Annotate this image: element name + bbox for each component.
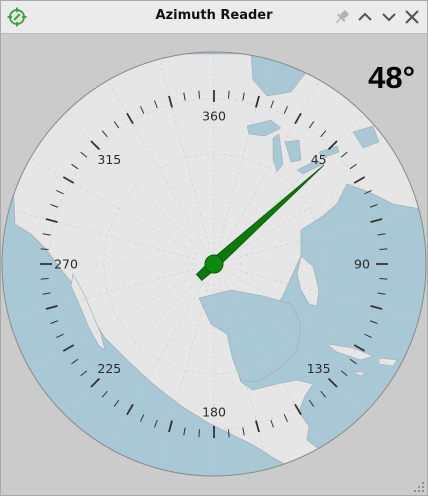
dial-label: 315	[97, 152, 121, 167]
needle-hub[interactable]	[204, 254, 224, 274]
dial-tick	[379, 248, 388, 251]
dial-tick	[198, 90, 201, 99]
dial-label: 90	[354, 257, 370, 272]
dial-label: 270	[54, 257, 78, 272]
pin-icon[interactable]	[333, 8, 351, 26]
dial-tick	[227, 429, 230, 438]
dial-tick	[40, 277, 49, 280]
chevron-up-icon[interactable]	[356, 8, 374, 26]
dial-tick	[40, 248, 49, 251]
dial-label: 180	[202, 405, 226, 420]
azimuth-readout: 48°	[368, 60, 415, 95]
title-bar[interactable]: Azimuth Reader	[1, 1, 427, 34]
close-icon[interactable]	[403, 8, 421, 26]
dial-tick	[198, 429, 201, 438]
dial-label: 45	[311, 152, 327, 167]
dial-tick	[227, 90, 230, 99]
azimuth-dial[interactable]: 360 45 90 135 180 225 270 315	[1, 34, 427, 495]
app-window: Azimuth Reader 360 45 90 135 180 225 270…	[0, 0, 428, 496]
dial-panel: 360 45 90 135 180 225 270 315 48°	[1, 34, 427, 495]
chevron-down-icon[interactable]	[380, 8, 398, 26]
dial-label: 225	[97, 361, 121, 376]
dial-label: 360	[202, 109, 226, 124]
resize-grip-icon[interactable]	[413, 481, 425, 493]
dial-label: 135	[307, 361, 331, 376]
dial-tick	[379, 277, 388, 280]
